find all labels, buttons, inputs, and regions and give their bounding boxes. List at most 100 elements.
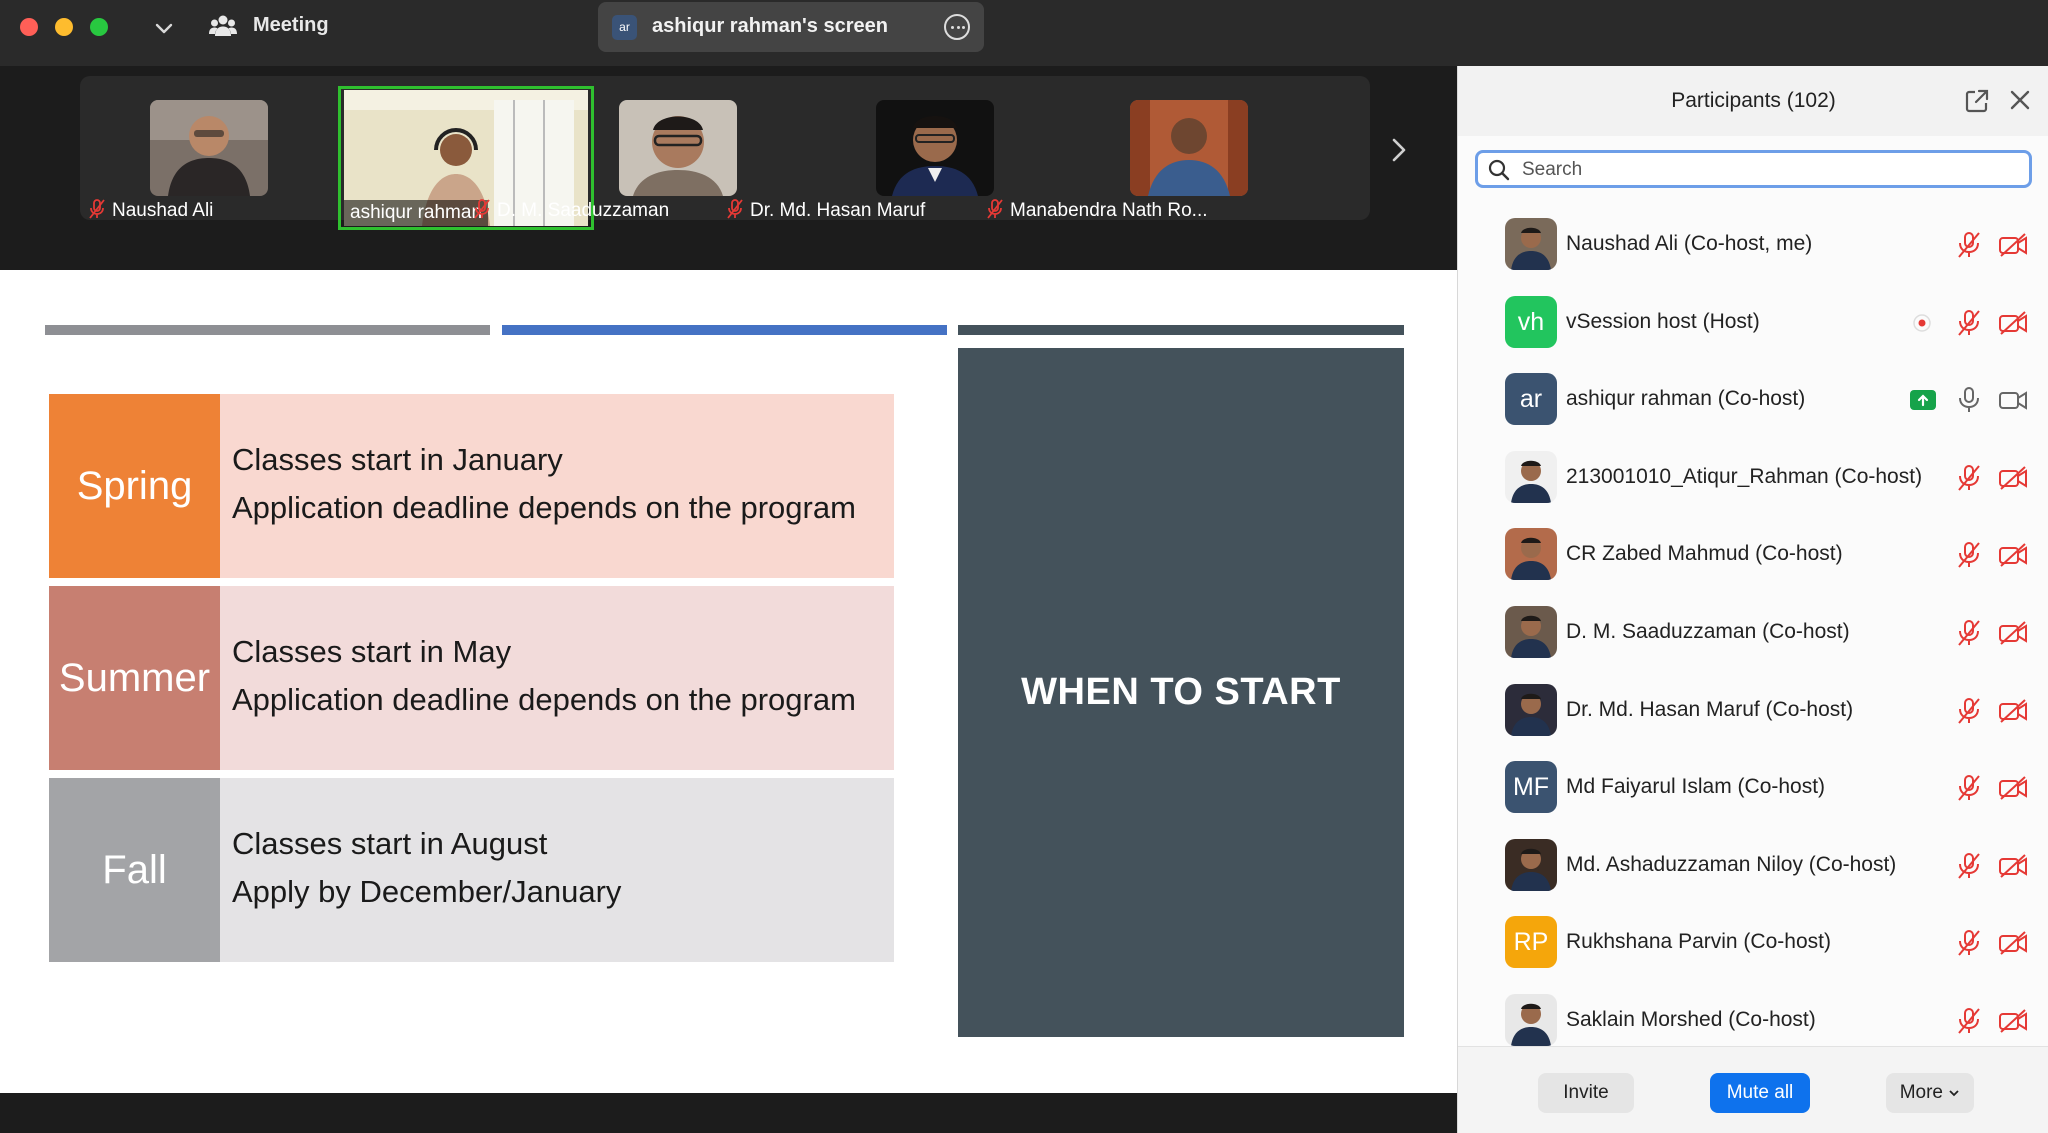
mic-muted-icon <box>89 199 105 219</box>
participant-name: Rukhshana Parvin (Co-host) <box>1566 930 1831 954</box>
avatar <box>1505 838 1557 891</box>
mute-all-button[interactable]: Mute all <box>1710 1073 1810 1113</box>
zoom-window-button[interactable] <box>90 18 108 36</box>
participant-row[interactable]: D. M. Saaduzzaman (Co-host) <box>1458 594 2048 671</box>
mic-muted-icon[interactable] <box>1956 541 1982 569</box>
season-line: Application deadline depends on the prog… <box>232 682 856 717</box>
video-off-icon[interactable] <box>1998 853 2028 879</box>
avatar <box>1505 606 1557 658</box>
chevron-right-icon[interactable] <box>1386 134 1412 166</box>
video-off-icon[interactable] <box>1998 698 2028 724</box>
search-input[interactable] <box>1522 157 2022 183</box>
mic-muted-icon[interactable] <box>1956 774 1982 802</box>
invite-button[interactable]: Invite <box>1538 1073 1634 1113</box>
season-line: Apply by December/January <box>232 874 622 909</box>
search-box[interactable] <box>1475 150 2032 188</box>
meeting-label[interactable]: Meeting <box>253 14 329 37</box>
avatar <box>1505 528 1557 581</box>
sharer-avatar: ar <box>612 15 637 40</box>
mic-muted-icon[interactable] <box>1956 464 1982 492</box>
video-off-icon[interactable] <box>1998 542 2028 568</box>
participants-group-icon[interactable] <box>208 12 238 42</box>
season-details: Classes start in May Application deadlin… <box>220 586 894 770</box>
tile-name: Naushad Ali <box>88 199 213 222</box>
panel-footer: Invite Mute all More <box>1458 1046 2048 1133</box>
mic-muted-icon[interactable] <box>1956 619 1982 647</box>
participant-name: D. M. Saaduzzaman (Co-host) <box>1566 620 1850 643</box>
video-icon[interactable] <box>1998 387 2028 413</box>
video-off-icon[interactable] <box>1998 232 2028 258</box>
participant-name: Saklain Morshed (Co-host) <box>1566 1008 1816 1031</box>
mic-muted-icon[interactable] <box>1956 1007 1982 1035</box>
zoom-window: Meeting ar ashiqur rahman's screen Naush… <box>0 0 2048 1133</box>
participant-row[interactable]: MF Md Faiyarul Islam (Co-host) <box>1458 749 2048 826</box>
screen-share-pill[interactable]: ar ashiqur rahman's screen <box>598 2 984 52</box>
participants-panel: Participants (102) Naushad Ali (Co-host,… <box>1457 66 2048 1133</box>
avatar <box>1505 218 1557 270</box>
participant-row[interactable]: ar ashiqur rahman (Co-host) <box>1458 361 2048 438</box>
season-line: Classes start in May <box>232 634 512 669</box>
participant-row[interactable]: vh vSession host (Host) <box>1458 284 2048 361</box>
season-label: Summer <box>49 586 220 770</box>
participant-row[interactable]: Naushad Ali (Co-host, me) <box>1458 206 2048 283</box>
more-options-icon[interactable] <box>944 14 970 40</box>
mic-muted-icon[interactable] <box>1956 852 1982 880</box>
search-icon <box>1488 159 1510 181</box>
mic-muted-icon[interactable] <box>1956 231 1982 259</box>
mic-muted-icon[interactable] <box>1956 309 1982 337</box>
participant-name: 213001010_Atiqur_Rahman (Co-host) <box>1566 464 1923 488</box>
video-off-icon[interactable] <box>1998 465 2028 491</box>
avatar: vh <box>1505 295 1557 348</box>
close-icon[interactable] <box>2008 88 2032 112</box>
video-tile[interactable]: Dr. Md. Hasan Maruf <box>727 86 994 230</box>
panel-header: Participants (102) <box>1458 66 2048 136</box>
participant-row[interactable]: RP Rukhshana Parvin (Co-host) <box>1458 904 2048 981</box>
tile-name: D. M. Saaduzzaman <box>473 199 669 222</box>
title-bar: Meeting ar ashiqur rahman's screen <box>0 0 2048 66</box>
chevron-down-icon[interactable] <box>152 16 176 40</box>
minimize-window-button[interactable] <box>55 18 73 36</box>
recording-icon <box>1913 313 1931 332</box>
avatar <box>1505 683 1557 736</box>
video-tile[interactable]: Manabendra Nath Ro... <box>987 86 1248 230</box>
participant-name: Naushad Ali (Co-host, me) <box>1566 232 1813 255</box>
screen-share-icon <box>1910 390 1936 411</box>
participant-name: vSession host (Host) <box>1566 309 1760 333</box>
share-title: ashiqur rahman's screen <box>652 15 888 37</box>
participant-row[interactable]: Md. Ashaduzzaman Niloy (Co-host) <box>1458 827 2048 904</box>
video-off-icon[interactable] <box>1998 620 2028 646</box>
season-details: Classes start in January Application dea… <box>220 394 894 578</box>
video-tile[interactable]: Naushad Ali <box>80 86 336 230</box>
participant-row[interactable]: Dr. Md. Hasan Maruf (Co-host) <box>1458 672 2048 749</box>
participant-list[interactable]: Naushad Ali (Co-host, me) vh vSession host… <box>1458 206 2048 1046</box>
season-summer: Summer Classes start in May Application … <box>49 586 894 770</box>
video-off-icon[interactable] <box>1998 1008 2028 1034</box>
popout-icon[interactable] <box>1964 88 1990 114</box>
participant-row[interactable]: Saklain Morshed (Co-host) <box>1458 982 2048 1046</box>
video-strip-container: Naushad Ali ashiqur rahman D. M. Saaduzz… <box>80 76 1370 230</box>
participant-name: Md Faiyarul Islam (Co-host) <box>1566 775 1826 799</box>
video-off-icon[interactable] <box>1998 310 2028 336</box>
participant-photo <box>150 100 268 196</box>
participant-row[interactable]: 213001010_Atiqur_Rahman (Co-host) <box>1458 439 2048 516</box>
video-tile[interactable]: D. M. Saaduzzaman <box>473 86 737 230</box>
decor-bar-blue <box>502 325 947 335</box>
participant-name: CR Zabed Mahmud (Co-host) <box>1566 542 1843 566</box>
participant-row[interactable]: CR Zabed Mahmud (Co-host) <box>1458 516 2048 593</box>
season-line: Classes start in August <box>232 826 548 861</box>
season-line: Classes start in January <box>232 442 563 477</box>
mic-muted-icon[interactable] <box>1956 697 1982 725</box>
slide-heading: WHEN TO START <box>1021 671 1341 713</box>
avatar: RP <box>1505 916 1557 969</box>
tile-name: Dr. Md. Hasan Maruf <box>726 199 925 222</box>
mic-muted-icon[interactable] <box>1956 929 1982 957</box>
decor-bar-dark <box>958 325 1404 335</box>
video-off-icon[interactable] <box>1998 930 2028 956</box>
more-button[interactable]: More <box>1886 1073 1974 1113</box>
close-window-button[interactable] <box>20 18 38 36</box>
tile-name: Manabendra Nath Ro... <box>986 199 1208 222</box>
participant-photo <box>876 100 994 196</box>
shared-screen-slide: Spring Classes start in January Applicat… <box>0 270 1457 1093</box>
video-off-icon[interactable] <box>1998 775 2028 801</box>
mic-icon[interactable] <box>1956 386 1982 414</box>
